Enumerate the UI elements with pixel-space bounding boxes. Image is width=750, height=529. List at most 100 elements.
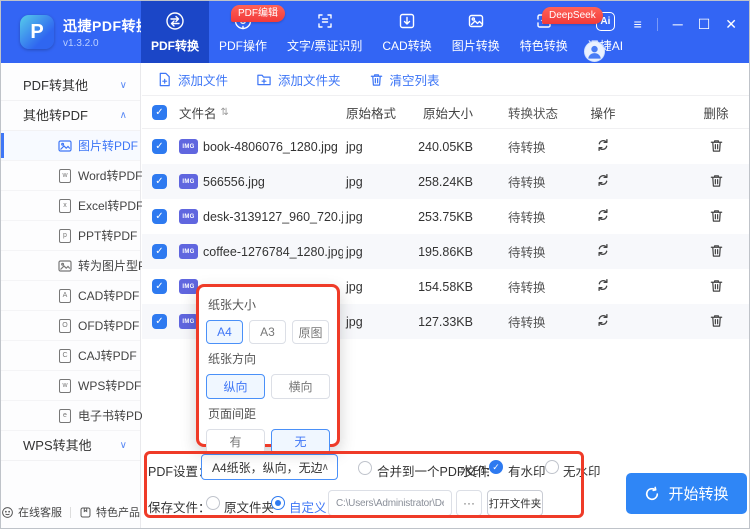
scan-brackets-icon: [314, 11, 335, 32]
menu-icon[interactable]: ≡: [634, 16, 642, 32]
trash-icon: [370, 73, 382, 86]
delete-trash-icon[interactable]: [709, 278, 724, 296]
sidebar-group-pdf-to-other[interactable]: PDF转其他 ∨: [1, 71, 140, 101]
save-custom-radio[interactable]: [271, 496, 285, 510]
paper-size-a4-button[interactable]: A4: [206, 320, 243, 344]
sidebar-item-word-to-pdf[interactable]: w Word转PDF: [1, 161, 143, 191]
paper-size-original-button[interactable]: 原图: [292, 320, 329, 344]
image-file-icon: IMG: [179, 139, 198, 154]
convert-refresh-icon[interactable]: [595, 172, 611, 191]
select-all-checkbox[interactable]: ✓: [152, 104, 167, 120]
column-action: 操作: [590, 106, 616, 121]
item-label: Word转PDF: [78, 169, 143, 183]
table-header: ✓ 文件名 ⇅ 原始格式 原始大小 转换状态 操作 删除: [142, 96, 749, 129]
sidebar-item-caj-to-pdf[interactable]: C CAJ转PDF: [1, 341, 140, 371]
sidebar-item-wps-to-pdf[interactable]: w WPS转PDF: [1, 371, 142, 401]
sidebar-item-to-image-pdf[interactable]: 转为图片型PDF: [1, 251, 162, 281]
convert-refresh-icon[interactable]: [595, 137, 611, 156]
item-label: CAD转PDF: [78, 289, 140, 303]
file-format: jpg: [346, 174, 363, 189]
pdf-setting-dropdown[interactable]: A4纸张，纵向，无边距 ∧: [201, 454, 338, 480]
convert-refresh-icon[interactable]: [595, 242, 611, 261]
caj-doc-icon: C: [58, 348, 72, 363]
item-label: WPS转PDF: [78, 379, 142, 393]
delete-trash-icon[interactable]: [709, 208, 724, 226]
sort-icon[interactable]: ⇅: [221, 107, 229, 118]
nav-cad-convert[interactable]: CAD转换: [372, 1, 441, 63]
file-status: 待转换: [508, 211, 546, 225]
file-format: jpg: [346, 314, 363, 329]
file-name: 566556.jpg: [203, 174, 265, 189]
orientation-portrait-button[interactable]: 纵向: [206, 374, 265, 399]
user-avatar[interactable]: [584, 41, 605, 62]
maximize-icon[interactable]: ☐: [698, 16, 711, 32]
app-window: P 迅捷PDF转换器 v1.3.2.0 PDF转换 PDF操作 文字/票证识别 …: [0, 0, 750, 529]
delete-trash-icon[interactable]: [709, 243, 724, 261]
save-path-input[interactable]: [328, 490, 452, 516]
file-name: desk-3139127_960_720.jpg: [203, 209, 343, 224]
save-original-label[interactable]: 原文件夹: [224, 497, 274, 516]
open-folder-button[interactable]: 打开文件夹: [487, 490, 543, 516]
watermark-on-radio[interactable]: ✓: [489, 460, 503, 474]
sidebar-item-ebook-to-pdf[interactable]: e 电子书转PDF: [1, 401, 150, 431]
item-label: CAJ转PDF: [78, 349, 137, 363]
ofd-doc-icon: O: [58, 318, 72, 333]
watermark-off-label[interactable]: 无水印: [563, 461, 601, 480]
table-row: ✓ IMG coffee-1276784_1280.jpg jpg 195.86…: [142, 234, 749, 269]
nav-pdf-convert[interactable]: PDF转换: [141, 1, 210, 63]
row-checkbox[interactable]: ✓: [152, 209, 167, 224]
orientation-landscape-button[interactable]: 横向: [271, 374, 330, 399]
sidebar-item-ofd-to-pdf[interactable]: O OFD转PDF: [1, 311, 140, 341]
sidebar-item-ppt-to-pdf[interactable]: p PPT转PDF: [1, 221, 140, 251]
spacing-yes-button[interactable]: 有: [206, 429, 265, 454]
row-checkbox[interactable]: ✓: [152, 279, 167, 294]
row-checkbox[interactable]: ✓: [152, 139, 167, 154]
sidebar-group-wps-to-other[interactable]: WPS转其他 ∨: [1, 431, 140, 461]
save-custom-label[interactable]: 自定义: [289, 497, 327, 516]
convert-refresh-icon[interactable]: [595, 277, 611, 296]
featured-products-link[interactable]: 特色产品: [79, 504, 140, 520]
nav-label: 文字/票证识别: [287, 38, 363, 53]
row-checkbox[interactable]: ✓: [152, 174, 167, 189]
convert-refresh-icon[interactable]: [595, 312, 611, 331]
row-checkbox[interactable]: ✓: [152, 244, 167, 259]
nav-image-convert[interactable]: 图片转换: [442, 1, 510, 63]
column-format: 原始格式: [346, 106, 397, 121]
spacing-no-button[interactable]: 无: [271, 429, 330, 454]
paper-size-a3-button[interactable]: A3: [249, 320, 286, 344]
sidebar-item-image-to-pdf[interactable]: 图片转PDF: [1, 131, 140, 161]
nav-ocr[interactable]: 文字/票证识别: [277, 1, 372, 63]
start-convert-button[interactable]: 开始转换: [626, 473, 747, 514]
add-folder-label: 添加文件夹: [278, 73, 341, 88]
close-icon[interactable]: ✕: [725, 16, 737, 32]
featured-products-label: 特色产品: [96, 507, 140, 519]
watermark-on-label[interactable]: 有水印: [508, 461, 546, 480]
item-label: PPT转PDF: [78, 229, 138, 243]
item-label: 电子书转PDF: [78, 409, 151, 423]
watermark-off-radio[interactable]: [545, 460, 559, 474]
file-size: 127.33KB: [418, 314, 473, 329]
sidebar-group-other-to-pdf[interactable]: 其他转PDF ∧: [1, 101, 140, 131]
online-service-link[interactable]: 在线客服: [1, 504, 62, 520]
delete-trash-icon[interactable]: [709, 138, 724, 156]
column-name: 文件名: [179, 106, 217, 121]
file-status: 待转换: [508, 316, 546, 330]
merge-pdf-radio[interactable]: [358, 461, 372, 475]
browse-more-button[interactable]: ···: [456, 490, 482, 516]
delete-trash-icon[interactable]: [709, 313, 724, 331]
add-file-button[interactable]: 添加文件: [157, 70, 228, 89]
row-checkbox[interactable]: ✓: [152, 314, 167, 329]
clear-list-button[interactable]: 清空列表: [369, 70, 440, 89]
file-size: 258.24KB: [418, 174, 473, 189]
delete-trash-icon[interactable]: [709, 173, 724, 191]
add-folder-button[interactable]: 添加文件夹: [256, 70, 341, 89]
sidebar-item-cad-to-pdf[interactable]: A CAD转PDF: [1, 281, 140, 311]
convert-refresh-icon[interactable]: [595, 207, 611, 226]
minimize-icon[interactable]: ─: [673, 16, 683, 32]
nav-label: CAD转换: [382, 38, 432, 53]
nav-label: 图片转换: [451, 38, 500, 53]
group-label: WPS转其他: [23, 438, 92, 453]
image-icon: [465, 11, 486, 32]
sidebar-item-excel-to-pdf[interactable]: x Excel转PDF: [1, 191, 143, 221]
save-original-radio[interactable]: [206, 496, 220, 510]
